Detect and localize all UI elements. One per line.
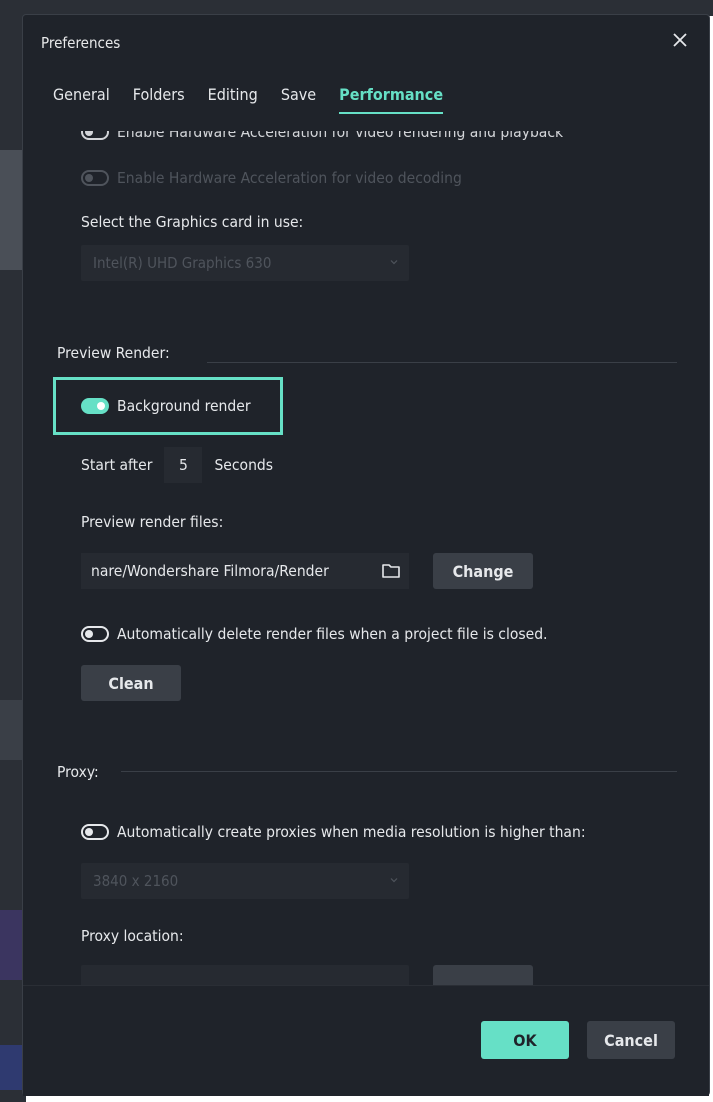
hw-accel-decoding-label: Enable Hardware Acceleration for video d… (117, 169, 462, 187)
tab-editing[interactable]: Editing (208, 85, 258, 114)
proxy-resolution-select: 3840 x 2160 (81, 863, 409, 899)
cancel-button[interactable]: Cancel (587, 1021, 675, 1059)
background-render-label: Background render (117, 397, 251, 415)
folder-icon[interactable] (381, 562, 401, 580)
tab-performance[interactable]: Performance (339, 85, 444, 114)
section-divider (207, 362, 677, 363)
start-after-row: Start after 5 Seconds (81, 447, 273, 483)
auto-delete-toggle[interactable] (81, 626, 109, 642)
hw-accel-render-row[interactable]: Enable Hardware Acceleration for video r… (81, 131, 563, 141)
graphics-card-value: Intel(R) UHD Graphics 630 (93, 254, 272, 272)
tab-save[interactable]: Save (281, 85, 316, 114)
hw-accel-render-label: Enable Hardware Acceleration for video r… (117, 131, 564, 141)
start-after-label: Start after (81, 456, 153, 474)
clean-button[interactable]: Clean (81, 665, 181, 701)
preview-render-files-label: Preview render files: (81, 513, 223, 531)
preview-render-files-text: Preview render files: (81, 513, 224, 531)
dialog-footer: OK Cancel (23, 985, 709, 1096)
proxy-location-text: Proxy location: (81, 927, 184, 945)
tab-general[interactable]: General (53, 85, 110, 114)
start-after-input[interactable]: 5 (164, 447, 203, 483)
section-divider (121, 771, 677, 772)
auto-delete-row[interactable]: Automatically delete render files when a… (81, 625, 548, 643)
tab-folders[interactable]: Folders (133, 85, 185, 114)
proxy-change-button[interactable] (433, 965, 533, 985)
background-render-toggle[interactable] (81, 398, 109, 414)
hw-accel-decoding-toggle (81, 170, 109, 186)
chevron-down-icon (390, 260, 398, 265)
graphics-card-label-text: Select the Graphics card in use: (81, 213, 304, 231)
dialog-title: Preferences (41, 34, 121, 52)
start-after-value: 5 (179, 456, 188, 474)
tab-bar: General Folders Editing Save Performance (53, 85, 466, 114)
preview-render-section-title: Preview Render: (57, 344, 170, 362)
auto-proxy-label: Automatically create proxies when media … (117, 823, 586, 841)
graphics-card-select: Intel(R) UHD Graphics 630 (81, 245, 409, 281)
render-path-value: nare/Wondershare Filmora/Render (91, 562, 329, 580)
auto-proxy-toggle[interactable] (81, 824, 109, 840)
seconds-label: Seconds (214, 456, 274, 474)
proxy-title: Proxy: (57, 763, 99, 781)
performance-content[interactable]: Enable Hardware Acceleration for video r… (23, 131, 709, 985)
render-path-field[interactable]: nare/Wondershare Filmora/Render (81, 553, 409, 589)
proxy-location-field[interactable] (81, 965, 409, 985)
chevron-down-icon (390, 878, 398, 883)
proxy-section-title: Proxy: (57, 763, 99, 781)
preview-render-title: Preview Render: (57, 344, 170, 362)
hw-accel-render-toggle[interactable] (81, 131, 109, 140)
auto-proxy-row[interactable]: Automatically create proxies when media … (81, 823, 586, 841)
close-icon[interactable] (671, 31, 689, 49)
hw-accel-decoding-row: Enable Hardware Acceleration for video d… (81, 169, 462, 187)
background-render-row[interactable]: Background render (81, 397, 251, 415)
auto-delete-label: Automatically delete render files when a… (117, 625, 548, 643)
proxy-resolution-value: 3840 x 2160 (93, 872, 179, 890)
change-button[interactable]: Change (433, 553, 533, 589)
proxy-location-label: Proxy location: (81, 927, 184, 945)
ok-button[interactable]: OK (481, 1021, 569, 1059)
preferences-dialog: Preferences General Folders Editing Save… (22, 14, 710, 1096)
graphics-card-label: Select the Graphics card in use: (81, 213, 303, 231)
